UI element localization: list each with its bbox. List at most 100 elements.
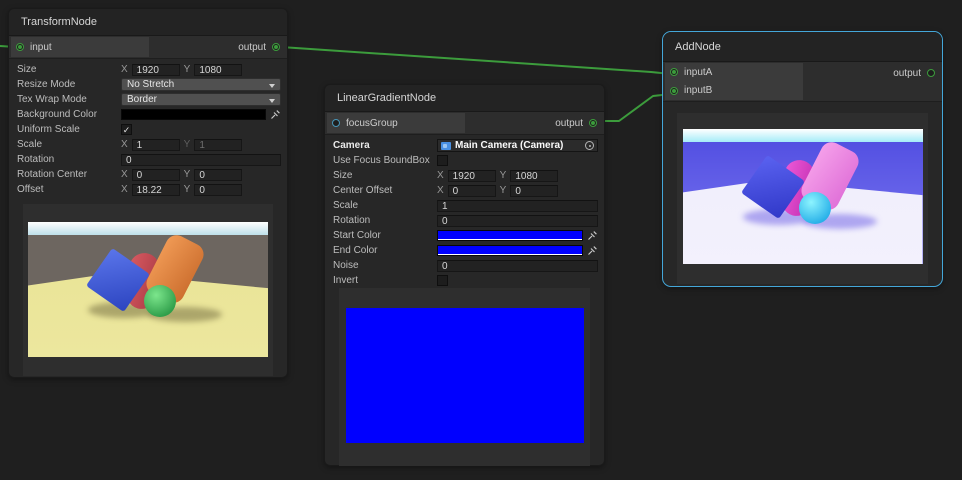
input-a-port-icon[interactable] (670, 68, 678, 76)
scene-sky (28, 222, 268, 235)
start-color-row: Start Color (325, 228, 604, 243)
y-axis-label: Y (184, 169, 191, 180)
eyedropper-icon[interactable] (270, 109, 281, 120)
rotation-center-x-input[interactable]: 0 (132, 169, 180, 181)
resize-mode-value: No Stretch (127, 79, 174, 90)
tex-wrap-mode-value: Border (127, 94, 157, 105)
rotation-center-label: Rotation Center (17, 169, 121, 180)
input-b-port[interactable]: inputB (665, 82, 803, 101)
transform-output-port[interactable]: output (238, 37, 285, 57)
y-axis-label: Y (184, 64, 191, 75)
use-focus-boundbox-checkbox[interactable] (437, 155, 448, 166)
scale-label: Scale (17, 139, 121, 150)
edge-gradient-output-to-add-inputB[interactable] (596, 94, 671, 121)
scale-input[interactable]: 1 (437, 200, 598, 212)
scale-row: Scale 1 (325, 198, 604, 213)
output-port-icon[interactable] (927, 69, 935, 77)
add-node-ports: inputA inputB output (663, 62, 942, 102)
use-focus-boundbox-row: Use Focus BoundBox (325, 153, 604, 168)
focus-group-port[interactable]: focusGroup (327, 113, 465, 133)
camera-row: Camera Main Camera (Camera) (325, 138, 604, 153)
focus-group-port-icon[interactable] (332, 119, 340, 127)
background-color-swatch[interactable] (121, 109, 266, 120)
center-offset-row: Center Offset X 0 Y 0 (325, 183, 604, 198)
invert-label: Invert (333, 275, 437, 286)
center-offset-y-input[interactable]: 0 (510, 185, 558, 197)
center-offset-x-input[interactable]: 0 (448, 185, 496, 197)
add-output-port[interactable]: output (893, 63, 940, 83)
dropdown-arrow-icon (269, 99, 275, 103)
size-row: Size X 1920 Y 1080 (9, 62, 287, 77)
rotation-center-y-input[interactable]: 0 (194, 169, 242, 181)
input-port-icon[interactable] (16, 43, 24, 51)
tex-wrap-mode-dropdown[interactable]: Border (121, 93, 281, 106)
dropdown-arrow-icon (269, 84, 275, 88)
camera-object-value: Main Camera (Camera) (455, 140, 581, 151)
start-color-label: Start Color (333, 230, 437, 241)
x-axis-label: X (121, 64, 128, 75)
size-x-input[interactable]: 1920 (448, 170, 496, 182)
focus-group-port-label: focusGroup (346, 118, 398, 129)
gradient-output-port[interactable]: output (555, 113, 602, 133)
background-color-row: Background Color (9, 107, 287, 122)
add-node[interactable]: AddNode inputA inputB output (662, 31, 943, 287)
invert-row: Invert (325, 273, 604, 288)
linear-gradient-node-ports: focusGroup output (325, 112, 604, 135)
eyedropper-icon[interactable] (587, 245, 598, 256)
sphere-shape (799, 192, 831, 224)
size-y-input[interactable]: 1080 (510, 170, 558, 182)
uniform-scale-checkbox[interactable]: ✓ (121, 124, 132, 135)
offset-label: Offset (17, 184, 121, 195)
size-label: Size (333, 170, 437, 181)
input-b-port-icon[interactable] (670, 87, 678, 95)
size-row: Size X 1920 Y 1080 (325, 168, 604, 183)
resize-mode-dropdown[interactable]: No Stretch (121, 78, 281, 91)
x-axis-label: X (121, 184, 128, 195)
input-port-label: input (30, 42, 52, 53)
transform-input-port[interactable]: input (11, 37, 149, 57)
object-picker-icon[interactable] (585, 141, 594, 150)
output-port-label: output (893, 68, 921, 79)
transform-node-preview-panel (23, 204, 273, 376)
noise-input[interactable]: 0 (437, 260, 598, 272)
size-label: Size (17, 64, 121, 75)
input-b-port-label: inputB (684, 85, 712, 96)
background-color-label: Background Color (17, 109, 121, 120)
eyedropper-icon[interactable] (587, 230, 598, 241)
transform-node[interactable]: TransformNode input output Size X 1920 Y (8, 8, 288, 378)
transform-node-inspector: Size X 1920 Y 1080 Resize Mode No Stretc… (9, 59, 287, 197)
rotation-row: Rotation 0 (325, 213, 604, 228)
end-color-swatch[interactable] (437, 245, 583, 256)
noise-label: Noise (333, 260, 437, 271)
linear-gradient-preview-panel (339, 288, 590, 466)
rotation-input[interactable]: 0 (437, 215, 598, 227)
x-axis-label: X (437, 170, 444, 181)
size-x-input[interactable]: 1920 (132, 64, 180, 76)
add-node-preview-image (683, 129, 923, 264)
rotation-label: Rotation (17, 154, 121, 165)
node-graph-canvas[interactable]: TransformNode input output Size X 1920 Y (0, 0, 962, 480)
camera-object-field[interactable]: Main Camera (Camera) (437, 139, 598, 152)
offset-y-input[interactable]: 0 (194, 184, 242, 196)
resize-mode-label: Resize Mode (17, 79, 121, 90)
start-color-swatch[interactable] (437, 230, 583, 241)
rotation-input[interactable]: 0 (121, 154, 281, 166)
output-port-icon[interactable] (589, 119, 597, 127)
add-node-preview-panel (677, 113, 928, 284)
input-a-port[interactable]: inputA (665, 63, 803, 82)
edge-transform-output-to-add-inputA[interactable] (281, 47, 671, 74)
offset-x-input[interactable]: 18.22 (132, 184, 180, 196)
size-y-input[interactable]: 1080 (194, 64, 242, 76)
scale-row: Scale X 1 Y 1 (9, 137, 287, 152)
rotation-center-row: Rotation Center X 0 Y 0 (9, 167, 287, 182)
output-port-label: output (555, 118, 583, 129)
use-focus-boundbox-label: Use Focus BoundBox (333, 155, 437, 166)
linear-gradient-preview-image (346, 308, 584, 443)
add-node-input-ports: inputA inputB (665, 63, 803, 100)
output-port-icon[interactable] (272, 43, 280, 51)
rotation-row: Rotation 0 (9, 152, 287, 167)
scale-label: Scale (333, 200, 437, 211)
linear-gradient-node[interactable]: LinearGradientNode focusGroup output Cam… (324, 84, 605, 466)
scale-x-input[interactable]: 1 (132, 139, 180, 151)
invert-checkbox[interactable] (437, 275, 448, 286)
